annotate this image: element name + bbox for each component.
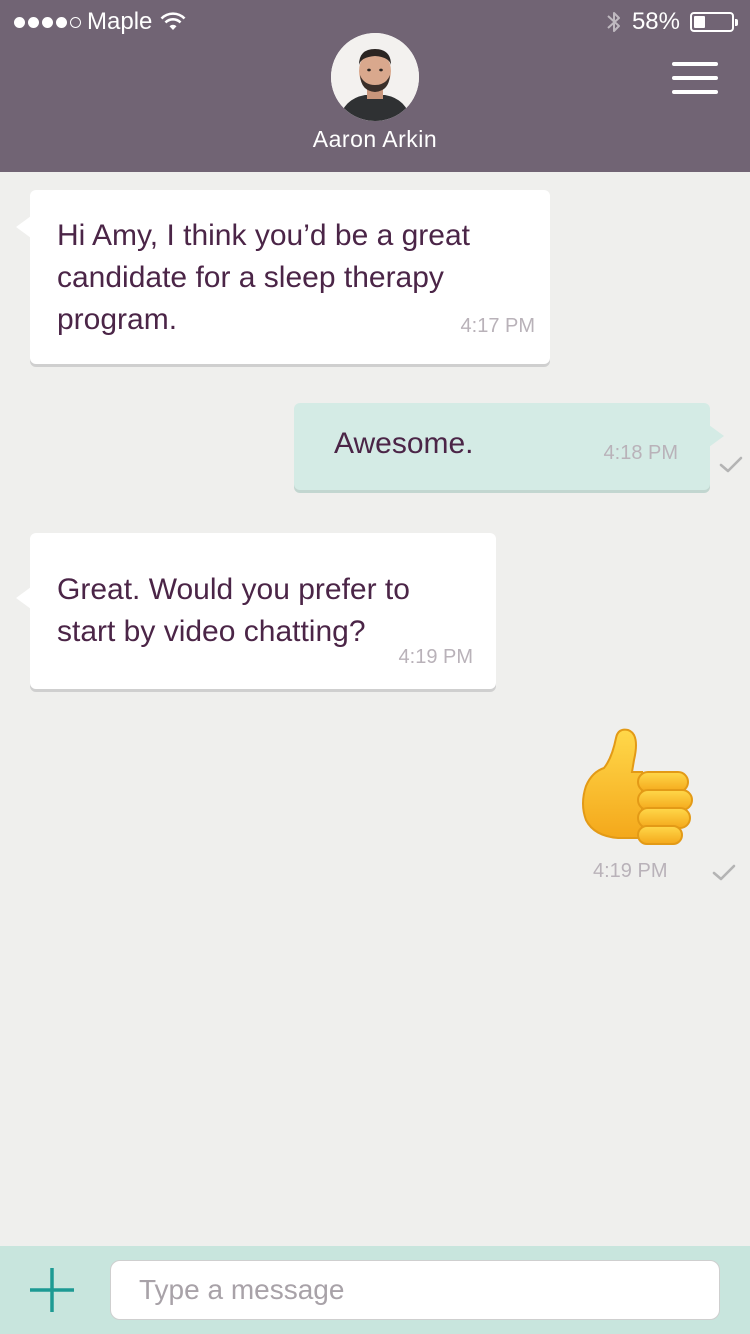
message-bubble-incoming[interactable]: Hi Amy, I think you’d be a great candida… [16, 190, 550, 364]
message-time: 4:18 PM [603, 442, 678, 464]
battery-level [694, 16, 705, 28]
carrier-name: Maple [87, 8, 153, 35]
hamburger-menu-icon[interactable] [672, 62, 718, 94]
bubble-tail [709, 425, 724, 447]
contact-name[interactable]: Aaron Arkin [0, 126, 750, 153]
delivered-check-icon [712, 864, 736, 881]
message-time: 4:19 PM [398, 646, 473, 668]
status-right: 58% [606, 8, 738, 36]
wifi-icon [160, 12, 186, 30]
message-composer [0, 1246, 750, 1334]
menu-line [672, 90, 718, 94]
battery-cap [735, 19, 738, 26]
message-bubble-outgoing[interactable]: Awesome. 4:18 PM [294, 403, 724, 490]
message-text: Hi Amy, I think you’d be a great candida… [57, 219, 470, 336]
avatar-portrait [331, 33, 419, 121]
message-input[interactable] [110, 1260, 720, 1320]
carrier-indicator: Maple [14, 8, 186, 36]
thumbs-up-emoji[interactable] [580, 728, 696, 846]
plus-icon[interactable] [28, 1266, 76, 1314]
bubble-tail [16, 587, 31, 609]
menu-line [672, 76, 718, 80]
signal-strength-icon [14, 16, 81, 28]
signal-dot [14, 16, 25, 28]
battery-percent: 58% [631, 8, 680, 35]
signal-dot [28, 16, 39, 28]
message-time: 4:17 PM [460, 315, 535, 337]
signal-dot [56, 16, 67, 28]
message-time: 4:19 PM [593, 860, 668, 882]
menu-line [672, 62, 718, 66]
bubble-tail [16, 216, 31, 238]
contact-avatar[interactable] [331, 33, 419, 121]
chat-header: Maple 58% Aaron Arkin [0, 0, 750, 172]
signal-dot [70, 16, 81, 28]
chat-screen: Maple 58% Aaron Arkin Hi Amy, I think yo… [0, 0, 750, 1334]
plus-glyph [30, 1268, 74, 1312]
bluetooth-icon [607, 12, 620, 32]
message-bubble-incoming[interactable]: Great. Would you prefer to start by vide… [16, 533, 496, 689]
battery-icon [690, 12, 738, 32]
delivered-check-icon [719, 456, 743, 473]
signal-dot [42, 16, 53, 28]
